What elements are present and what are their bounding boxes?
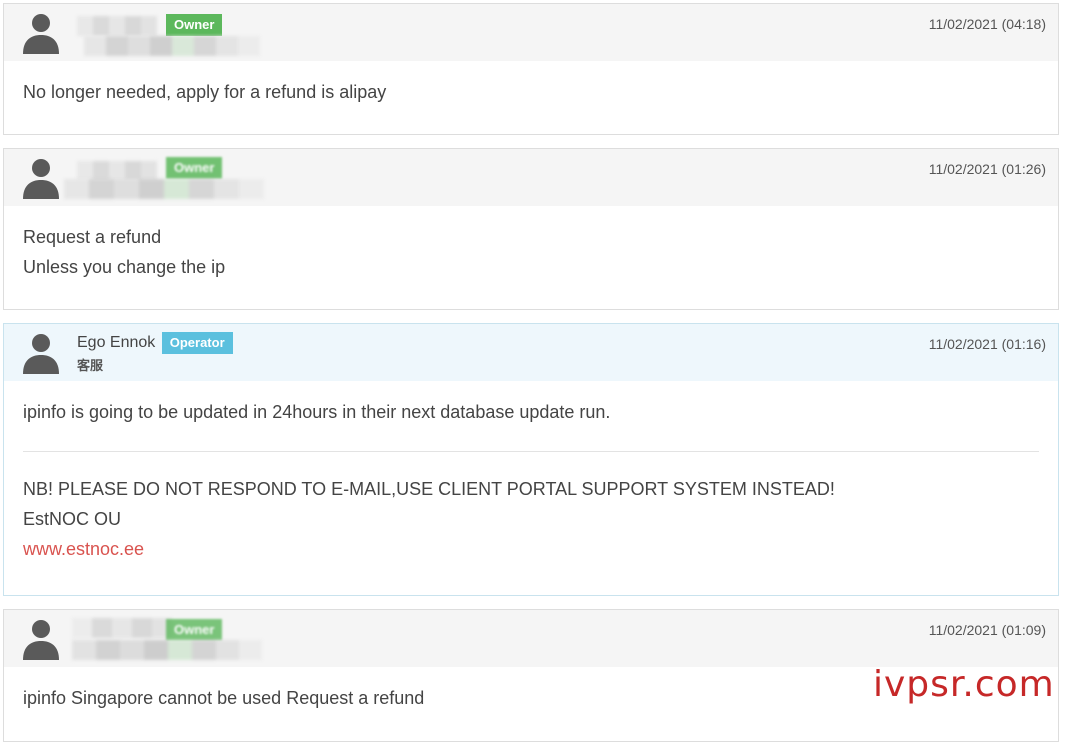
redacted-email xyxy=(72,640,262,660)
user-avatar-icon xyxy=(22,332,60,374)
message-line: Unless you change the ip xyxy=(23,257,226,277)
operator-name: Ego Ennok xyxy=(77,334,156,351)
operator-info: Ego Ennok Operator 客服 xyxy=(77,332,233,374)
reply-header: Owner 11/02/2021 (01:09) xyxy=(4,610,1058,667)
reply-date: 11/02/2021 (01:26) xyxy=(928,161,1046,177)
ticket-reply-owner: Owner 11/02/2021 (01:26) Request a refun… xyxy=(3,148,1059,310)
reply-date: 11/02/2021 (01:16) xyxy=(928,336,1046,352)
owner-badge: Owner xyxy=(166,619,223,641)
operator-badge: Operator xyxy=(161,332,233,354)
message-line: Request a refund xyxy=(23,227,162,247)
message-line: ipinfo is going to be updated in 24hours… xyxy=(23,402,611,422)
ticket-reply-operator: Ego Ennok Operator 客服 11/02/2021 (01:16)… xyxy=(3,323,1059,596)
reply-header: Owner 11/02/2021 (01:26) xyxy=(4,149,1058,206)
redacted-name xyxy=(77,161,167,181)
company-website-link[interactable]: www.estnoc.ee xyxy=(23,539,144,559)
reply-message: No longer needed, apply for a refund is … xyxy=(4,61,1058,107)
signature-company: EstNOC OU xyxy=(23,509,122,529)
redacted-name xyxy=(77,16,167,36)
signature-divider xyxy=(23,451,1039,452)
reply-date: 11/02/2021 (01:09) xyxy=(928,622,1046,638)
redacted-email xyxy=(84,36,269,56)
site-watermark: ivpsr.com xyxy=(873,664,1055,705)
reply-message: ipinfo is going to be updated in 24hours… xyxy=(4,381,1058,564)
operator-subtitle: 客服 xyxy=(77,358,104,373)
message-line: No longer needed, apply for a refund is … xyxy=(23,82,387,102)
user-avatar-icon xyxy=(22,618,60,660)
reply-header: Owner 11/02/2021 (04:18) xyxy=(4,4,1058,61)
redacted-email xyxy=(64,179,269,199)
redacted-name xyxy=(72,618,172,638)
owner-badge: Owner xyxy=(166,157,223,179)
reply-date: 11/02/2021 (04:18) xyxy=(928,16,1046,32)
owner-badge: Owner xyxy=(166,14,223,36)
reply-message: Request a refund Unless you change the i… xyxy=(4,206,1058,282)
reply-header: Ego Ennok Operator 客服 11/02/2021 (01:16) xyxy=(4,324,1058,381)
user-avatar-icon xyxy=(22,12,60,54)
signature-notice: NB! PLEASE DO NOT RESPOND TO E-MAIL,USE … xyxy=(23,479,835,499)
ticket-reply-owner: Owner 11/02/2021 (04:18) No longer neede… xyxy=(3,3,1059,135)
user-avatar-icon xyxy=(22,157,60,199)
